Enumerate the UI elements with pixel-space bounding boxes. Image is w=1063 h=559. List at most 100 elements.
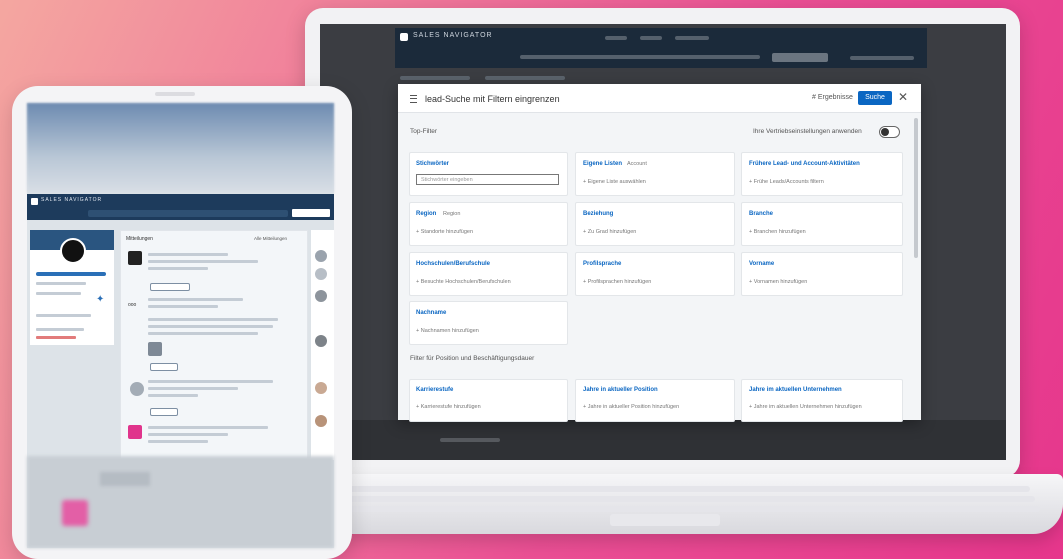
filter-card-title: Jahre im aktuellen Unternehmen — [749, 387, 842, 393]
avatar — [315, 382, 327, 394]
nav-item — [675, 36, 709, 40]
feed-item-thumb — [128, 251, 142, 265]
filter-add-item[interactable]: + Branchen hinzufügen — [749, 229, 806, 235]
feed-all-link[interactable]: Alle Mitteilungen — [254, 236, 287, 241]
filter-add-item[interactable]: + Jahre im aktuellen Unternehmen hinzufü… — [749, 404, 862, 410]
keyboard-row — [330, 506, 1040, 512]
profile-text — [36, 314, 91, 317]
modal-scrollbar[interactable] — [914, 118, 918, 258]
feed-item-text — [148, 253, 228, 256]
filter-card-title: Karrierestufe — [416, 387, 454, 393]
feed-item-text — [148, 267, 208, 270]
position-section-label: Filter für Position und Beschäftigungsda… — [410, 355, 535, 362]
filter-add-item[interactable]: + Nachnamen hinzufügen — [416, 328, 479, 334]
avatar — [315, 290, 327, 302]
filter-card-years-in-position[interactable] — [575, 379, 735, 422]
filter-card-own-lists[interactable] — [575, 152, 735, 196]
linkedin-logo-icon — [31, 198, 38, 205]
filter-card-last-name[interactable] — [409, 301, 568, 345]
avatar — [315, 335, 327, 347]
avatar[interactable] — [60, 238, 86, 264]
filter-add-item[interactable]: + Eigene Liste auswählen — [583, 179, 646, 185]
filter-card-years-in-company[interactable] — [741, 379, 903, 422]
results-count: # Ergebnisse — [812, 94, 853, 101]
filter-card-title: Branche — [749, 211, 774, 217]
blurred-button — [100, 472, 150, 486]
saved-searches-link — [850, 56, 914, 60]
filter-card-first-name[interactable] — [741, 252, 903, 296]
feed-item-thumb — [128, 425, 142, 439]
profile-text — [36, 292, 81, 295]
filter-list-icon — [410, 95, 417, 103]
tablet-search-bar[interactable] — [88, 210, 288, 217]
sales-preferences-toggle[interactable] — [879, 126, 900, 138]
filter-card-title: Vorname — [749, 261, 775, 267]
toggle-label: Ihre Vertriebseinstellungen anwenden — [753, 128, 862, 135]
search-button[interactable]: Suche — [858, 91, 892, 105]
close-icon[interactable]: ✕ — [898, 90, 908, 104]
filter-card-region[interactable] — [409, 202, 568, 246]
tablet-advanced-search-button[interactable] — [292, 209, 330, 217]
tablet-camera — [155, 92, 195, 96]
filter-card-title: Eigene Listen — [583, 161, 623, 167]
blurred-thumb — [62, 500, 88, 526]
feed-item-action-button[interactable] — [150, 363, 178, 371]
avatar — [315, 415, 327, 427]
dimmed-content — [320, 420, 1006, 460]
global-search-bar — [520, 55, 760, 59]
tablet-blurred-header — [27, 103, 334, 193]
feed-title: Mitteilungen — [126, 236, 153, 242]
filter-card-title: Profilsprache — [583, 261, 622, 267]
feed-item-text — [148, 440, 208, 443]
feed-item-action-button[interactable] — [150, 283, 190, 291]
profile-text — [36, 328, 84, 331]
feed-item-text — [148, 305, 218, 308]
keyboard-row — [335, 496, 1035, 502]
linkedin-logo-icon — [400, 33, 408, 41]
tab-leads — [400, 76, 470, 80]
filter-add-item[interactable]: + Profilsprachen hinzufügen — [583, 279, 651, 285]
profile-text — [36, 282, 86, 285]
dimmed-text — [440, 438, 500, 442]
advanced-search-button — [772, 53, 828, 62]
filter-add-item[interactable]: + Jahre in aktueller Position hinzufügen — [583, 404, 679, 410]
filter-card-title: Beziehung — [583, 211, 614, 217]
nav-item — [605, 36, 627, 40]
feed-item-text — [148, 426, 268, 429]
feed-item-text — [148, 387, 238, 390]
avatar — [315, 250, 327, 262]
filter-badge: Region — [443, 211, 461, 217]
tab-accounts — [485, 76, 565, 80]
profile-text — [36, 336, 76, 339]
filter-card-title: Region — [416, 211, 437, 217]
filter-card-title: Hochschulen/Berufschule — [416, 261, 491, 267]
feed-item-text — [148, 433, 228, 436]
filter-card-schools[interactable] — [409, 252, 568, 296]
filter-add-item[interactable]: + Zu Grad hinzufügen — [583, 229, 636, 235]
filter-card-title: Jahre in aktueller Position — [583, 387, 658, 393]
filter-add-item[interactable]: + Besuchte Hochschulen/Berufschulen — [416, 279, 511, 285]
filter-add-item[interactable]: + Karrierestufe hinzufügen — [416, 404, 481, 410]
app-brand: SALES NAVIGATOR — [413, 32, 493, 39]
filter-add-item[interactable]: + Vornamen hinzufügen — [749, 279, 807, 285]
feed-item-text — [148, 394, 198, 397]
filter-add-item[interactable]: + Standorte hinzufügen — [416, 229, 473, 235]
modal-title: lead-Suche mit Filtern eingrenzen — [425, 94, 560, 104]
feed-item-image — [148, 342, 162, 356]
feed-item-action-button[interactable] — [150, 408, 178, 416]
keywords-input[interactable]: Stichwörter eingeben — [416, 174, 559, 185]
filter-card-profile-language[interactable] — [575, 252, 735, 296]
top-filter-label: Top-Filter — [410, 128, 438, 135]
tablet-app-brand: SALES NAVIGATOR — [41, 197, 103, 203]
avatar — [315, 268, 327, 280]
filter-card-industry[interactable] — [741, 202, 903, 246]
filter-card-relationship[interactable] — [575, 202, 735, 246]
feed-item-text — [148, 325, 273, 328]
filter-card-past-activity[interactable] — [741, 152, 903, 196]
feed-item-avatar — [130, 382, 144, 396]
progress-bar — [36, 272, 106, 276]
feed-item-text — [148, 318, 278, 321]
filter-add-item[interactable]: + Frühe Leads/Accounts filtern — [749, 179, 824, 185]
filter-card-seniority[interactable] — [409, 379, 568, 422]
filter-badge: Account — [627, 161, 647, 167]
